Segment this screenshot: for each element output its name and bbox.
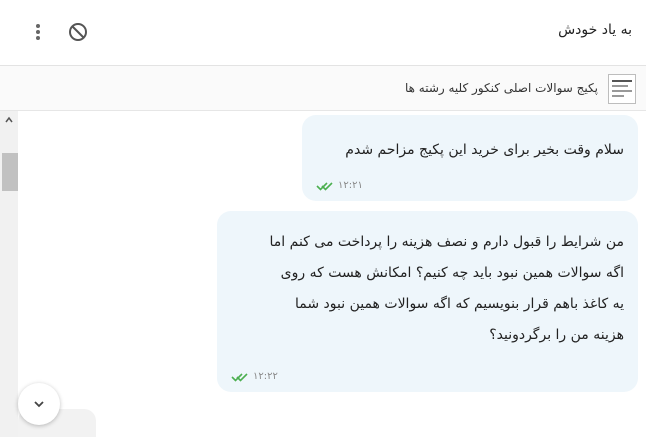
message-line: من شرایط را قبول دارم و نصف هزینه را پرد… xyxy=(269,234,624,250)
message-line: اگه سوالات همین نبود باید چه کنیم؟ امکان… xyxy=(280,265,624,281)
message-time: ۱۲:۲۱ xyxy=(338,180,363,191)
more-vertical-icon xyxy=(36,24,40,40)
message-meta: ۱۲:۲۲ xyxy=(231,371,278,382)
block-user-button[interactable] xyxy=(66,20,90,44)
message-meta: ۱۲:۲۱ xyxy=(316,180,363,191)
message-line: هزینه من را برگردونید؟ xyxy=(489,327,624,343)
message-bubble: من شرایط را قبول دارم و نصف هزینه را پرد… xyxy=(217,211,638,392)
message-text: سلام وقت بخیر برای خرید این پکیج مزاحم ش… xyxy=(345,142,624,158)
message-bubble: سلام وقت بخیر برای خرید این پکیج مزاحم ش… xyxy=(302,115,638,201)
scroll-up-button[interactable] xyxy=(0,111,18,129)
contact-name: به یاد خودش xyxy=(558,22,632,38)
chat-header: به یاد خودش xyxy=(0,0,646,66)
chevron-up-icon xyxy=(5,116,13,123)
scrollbar[interactable] xyxy=(0,111,18,437)
product-thumbnail xyxy=(608,74,636,104)
message-text: من شرایط را قبول دارم و نصف هزینه را پرد… xyxy=(229,227,624,351)
message-list: سلام وقت بخیر برای خرید این پکیج مزاحم ش… xyxy=(18,111,646,437)
double-check-icon xyxy=(231,372,248,382)
block-icon xyxy=(69,23,87,41)
scroll-thumb[interactable] xyxy=(2,153,18,191)
double-check-icon xyxy=(316,181,333,191)
product-title: پکیج سوالات اصلی کنکور کلیه رشته ها xyxy=(404,81,598,95)
message-line: یه کاغذ باهم قرار بنویسیم که اگه سوالات … xyxy=(295,296,624,312)
scroll-to-bottom-button[interactable] xyxy=(18,383,60,425)
chevron-down-icon xyxy=(34,401,44,408)
product-bar[interactable]: پکیج سوالات اصلی کنکور کلیه رشته ها xyxy=(0,66,646,111)
more-options-button[interactable] xyxy=(26,20,50,44)
message-time: ۱۲:۲۲ xyxy=(253,371,278,382)
